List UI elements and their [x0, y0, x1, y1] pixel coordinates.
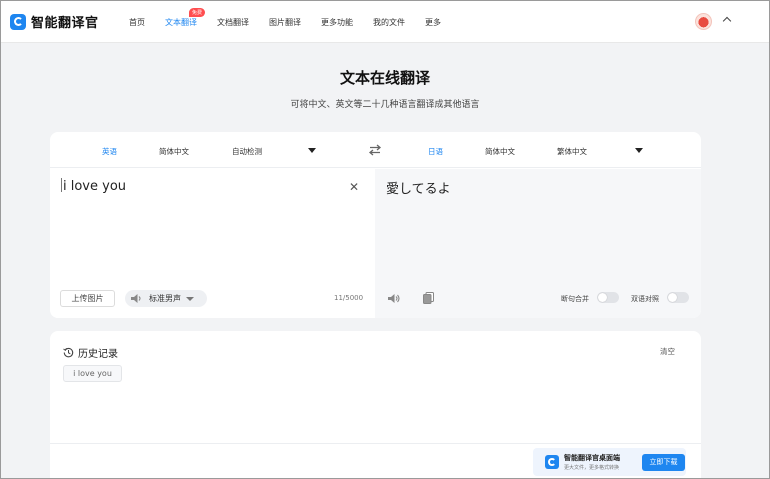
top-header: 智能翻译官 首页 文本翻译 免费 文档翻译 图片翻译 更多功能 我的文件 更多 [1, 1, 769, 43]
source-text-pane[interactable]: i love you ✕ 上传图片 标准男声 11/5000 [50, 169, 375, 318]
free-badge: 免费 [189, 8, 206, 17]
clear-icon[interactable]: ✕ [349, 180, 359, 194]
app-logo-icon [10, 13, 26, 30]
page-subtitle: 可将中文、英文等二十几种语言翻译成其他语言 [290, 100, 480, 110]
main-nav: 首页 文本翻译 免费 文档翻译 图片翻译 更多功能 我的文件 更多 [129, 8, 461, 28]
upload-image-button[interactable]: 上传图片 [60, 290, 115, 307]
app-logo[interactable]: 智能翻译官 [10, 12, 99, 31]
sentence-merge-toggle[interactable] [597, 292, 619, 303]
history-title: 历史记录 [78, 349, 118, 360]
app-logo-icon [545, 455, 559, 469]
language-bar: 英语 简体中文 自动检测 日语 简体中文 繁体中文 [50, 132, 701, 168]
nav-item-label: 文本翻译 [165, 18, 197, 27]
divider [50, 443, 701, 444]
nav-item-document-translate[interactable]: 文档翻译 [217, 17, 249, 28]
voice-label: 标准男声 [149, 294, 181, 303]
history-icon [63, 347, 74, 358]
history-header: 历史记录 [63, 345, 118, 360]
chevron-up-icon[interactable] [722, 16, 732, 26]
target-lang-dropdown-icon[interactable] [635, 148, 643, 153]
source-text-input[interactable]: i love you [61, 178, 126, 194]
target-lang-japanese[interactable]: 日语 [428, 146, 443, 157]
source-lang-english[interactable]: 英语 [102, 146, 117, 157]
bilingual-label: 双语对照 [631, 295, 659, 303]
nav-item-more[interactable]: 更多 [425, 17, 441, 28]
target-text-pane: 愛してるよ 断句合并 双语对照 [375, 169, 701, 318]
user-avatar[interactable] [695, 13, 712, 30]
promo-title: 智能翻译官桌面端 [564, 454, 620, 462]
promo-subtitle: 更大文件，更多格式转换 [564, 465, 620, 471]
bilingual-toggle[interactable] [667, 292, 689, 303]
chevron-down-icon [186, 296, 194, 301]
source-lang-auto-detect[interactable]: 自动检测 [232, 146, 262, 157]
speaker-icon [131, 294, 141, 303]
nav-item-home[interactable]: 首页 [129, 17, 145, 28]
download-button[interactable]: 立即下载 [642, 454, 685, 471]
nav-item-my-files[interactable]: 我的文件 [373, 17, 405, 28]
nav-item-image-translate[interactable]: 图片翻译 [269, 17, 301, 28]
character-count: 11/5000 [334, 294, 364, 302]
voice-select[interactable]: 标准男声 [125, 290, 207, 307]
copy-icon[interactable] [423, 292, 434, 304]
source-text-value: i love you [63, 179, 127, 194]
translated-text: 愛してるよ [386, 182, 451, 197]
sentence-merge-label: 断句合并 [561, 295, 589, 303]
target-lang-traditional-chinese[interactable]: 繁体中文 [557, 146, 587, 157]
desktop-app-promo: 智能翻译官桌面端 更大文件，更多格式转换 立即下载 [533, 448, 686, 476]
speaker-icon[interactable] [387, 293, 401, 304]
app-name: 智能翻译官 [31, 16, 99, 31]
nav-item-text-translate[interactable]: 文本翻译 免费 [165, 8, 206, 28]
clear-history-button[interactable]: 清空 [660, 346, 675, 357]
nav-item-more-features[interactable]: 更多功能 [321, 17, 353, 28]
source-lang-simplified-chinese[interactable]: 简体中文 [159, 146, 189, 157]
target-lang-simplified-chinese[interactable]: 简体中文 [485, 146, 515, 157]
translator-card: 英语 简体中文 自动检测 日语 简体中文 繁体中文 i love you ✕ 上… [50, 132, 701, 318]
page-title: 文本在线翻译 [339, 69, 430, 87]
source-lang-dropdown-icon[interactable] [308, 148, 316, 153]
text-cursor [61, 178, 62, 192]
history-item[interactable]: i love you [63, 365, 122, 382]
swap-languages-icon[interactable] [368, 144, 382, 156]
